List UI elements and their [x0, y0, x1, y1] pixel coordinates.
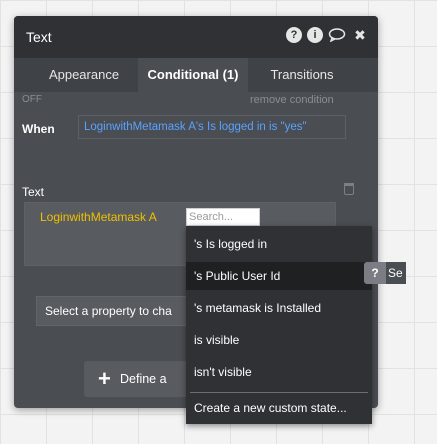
- help-tooltip-label[interactable]: Se: [386, 262, 406, 284]
- tab-bar: Appearance Conditional (1) Transitions: [14, 58, 378, 92]
- trash-icon[interactable]: [344, 183, 354, 195]
- create-custom-state-link[interactable]: Create a new custom state...: [186, 394, 372, 422]
- panel-title: Text: [26, 29, 52, 45]
- tab-appearance[interactable]: Appearance: [34, 58, 134, 92]
- close-icon[interactable]: ✖: [352, 27, 368, 43]
- panel-header: Text ? i ✖: [14, 16, 378, 58]
- comment-icon[interactable]: [328, 27, 346, 43]
- suggestion-isnt-visible[interactable]: isn't visible: [186, 358, 372, 386]
- tab-conditional[interactable]: Conditional (1): [138, 58, 248, 92]
- suggestion-is-logged-in[interactable]: 's Is logged in: [186, 230, 372, 258]
- remove-condition-link[interactable]: remove condition: [250, 94, 334, 106]
- expression-search-input[interactable]: [186, 208, 260, 226]
- expression-suggestions-dropdown: 's Is logged in 's Public User Id 's met…: [186, 226, 372, 424]
- when-label: When: [22, 122, 55, 136]
- condition-state[interactable]: OFF: [22, 94, 42, 105]
- dynamic-expression-chip[interactable]: LoginwithMetamask A: [40, 210, 157, 224]
- suggestion-public-user-id[interactable]: 's Public User Id: [186, 262, 372, 290]
- plus-icon: +: [98, 366, 111, 391]
- suggestion-metamask-installed[interactable]: 's metamask is Installed: [186, 294, 372, 322]
- help-badge-icon[interactable]: ?: [364, 262, 386, 284]
- tab-transitions[interactable]: Transitions: [252, 58, 352, 92]
- suggestion-is-visible[interactable]: is visible: [186, 326, 372, 354]
- info-icon[interactable]: i: [307, 27, 323, 43]
- dropdown-divider: [190, 392, 368, 393]
- define-state-label: Define a: [120, 372, 167, 386]
- condition-expression[interactable]: LoginwithMetamask A's Is logged in is "y…: [78, 115, 346, 139]
- text-property-label: Text: [22, 185, 45, 199]
- help-icon[interactable]: ?: [286, 27, 302, 43]
